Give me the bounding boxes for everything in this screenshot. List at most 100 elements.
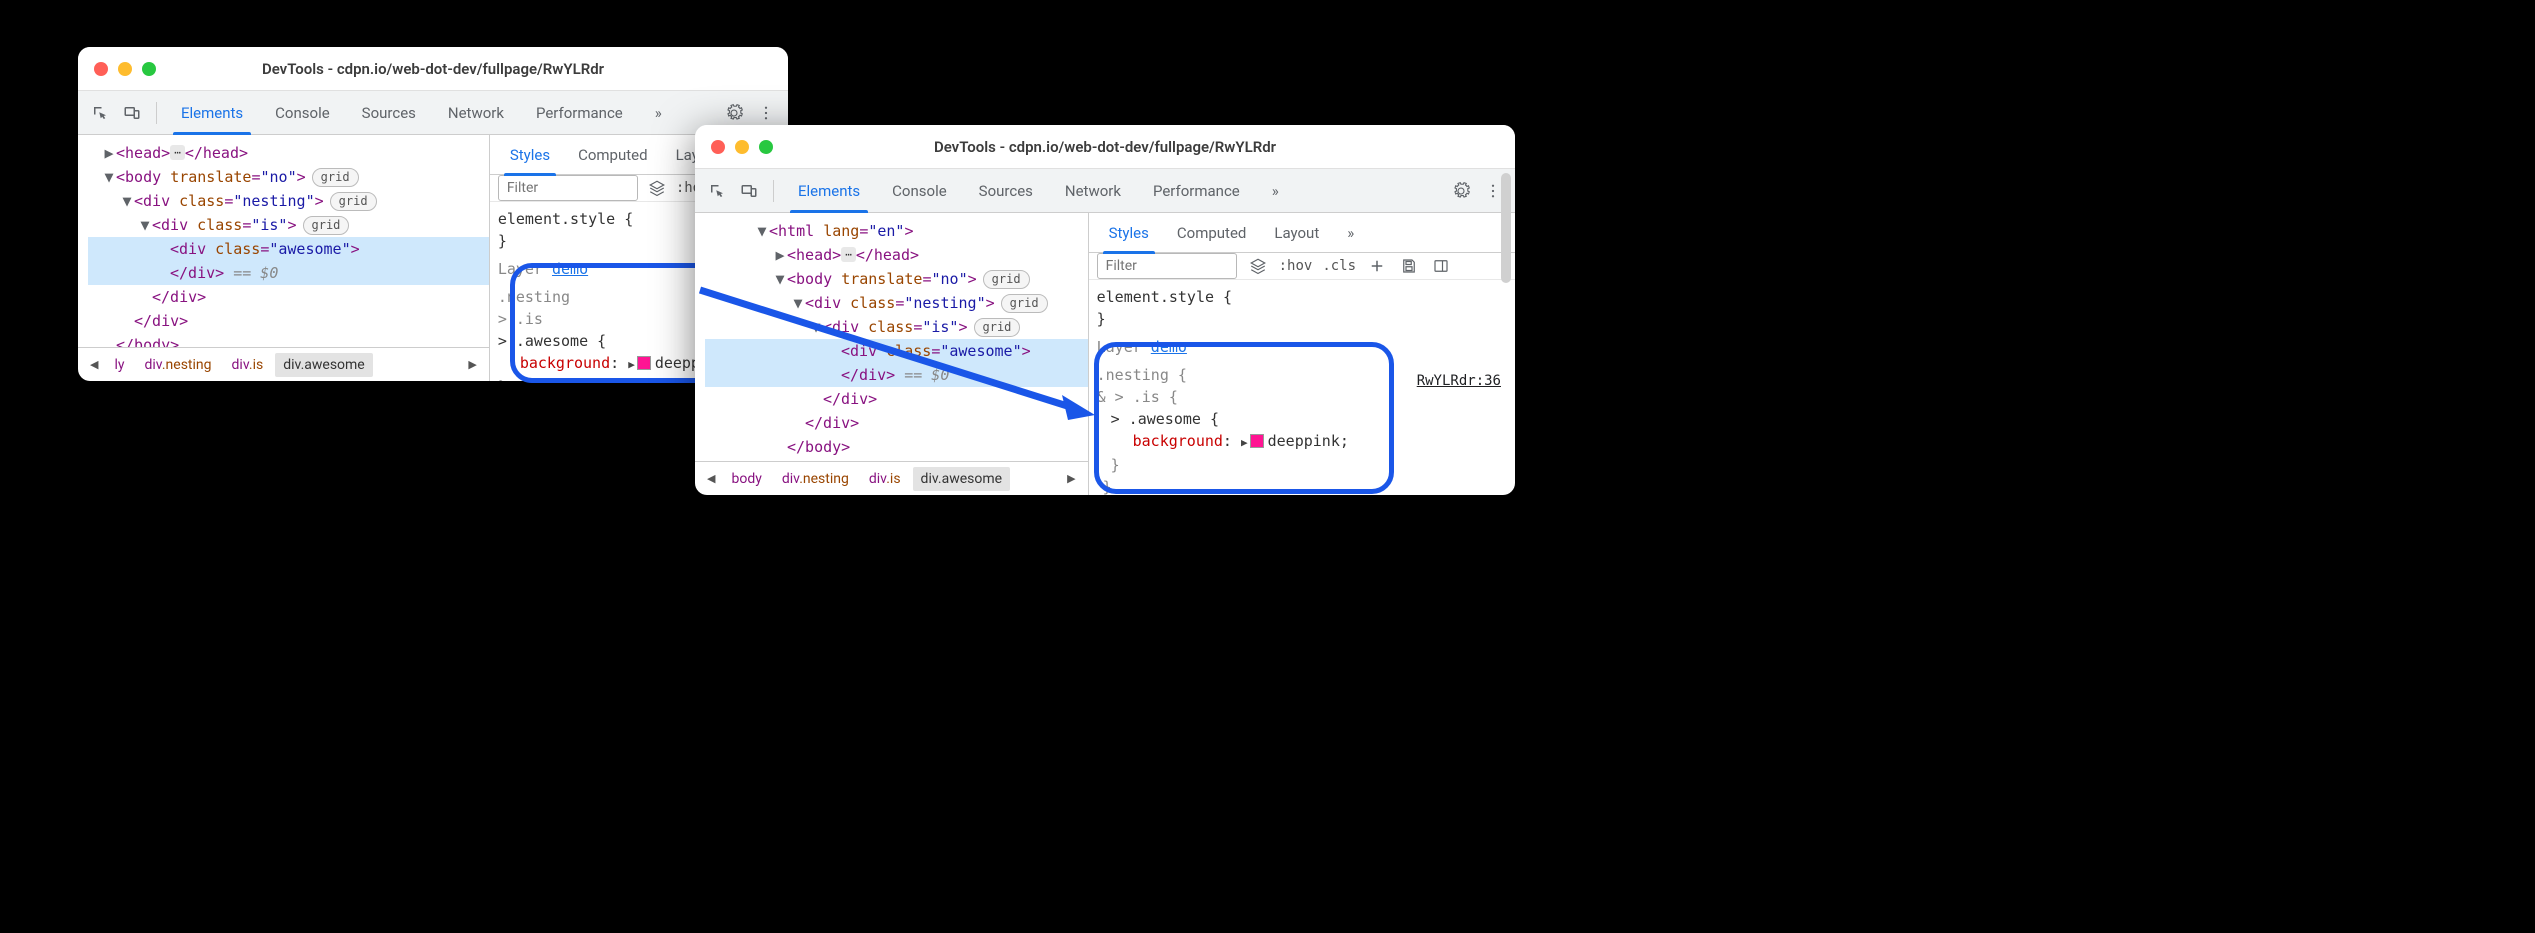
styles-tab[interactable]: Styles (498, 135, 562, 175)
dom-node-head[interactable]: ▶<head>⋯</head> (88, 141, 489, 165)
dom-node-nesting[interactable]: ▼<div class="nesting">grid (88, 189, 489, 213)
tab-network[interactable]: Network (434, 91, 518, 135)
minimize-window-icon[interactable] (735, 140, 749, 154)
grid-badge[interactable]: grid (330, 192, 377, 211)
layer-header[interactable]: Layer demo (1097, 336, 1507, 358)
panel-toggle-icon[interactable] (1430, 255, 1452, 277)
inspect-icon[interactable] (703, 177, 731, 205)
close-window-icon[interactable] (94, 62, 108, 76)
add-rule-icon[interactable] (1366, 255, 1388, 277)
dom-node-is-close[interactable]: </div> (705, 387, 1088, 411)
grid-badge[interactable]: grid (303, 216, 350, 235)
disclosure-down-icon[interactable]: ▼ (791, 291, 805, 315)
breadcrumb-next-icon[interactable]: ▶ (464, 354, 480, 375)
dom-node-body[interactable]: ▼<body translate="no">grid (705, 267, 1088, 291)
dom-node-body[interactable]: ▼<body translate="no">grid (88, 165, 489, 189)
breadcrumb-prev-icon[interactable]: ◀ (703, 468, 719, 489)
breadcrumb-prev-icon[interactable]: ◀ (86, 354, 102, 375)
dom-node-html-close[interactable]: </html> (705, 459, 1088, 461)
device-toggle-icon[interactable] (118, 99, 146, 127)
cls-button[interactable]: .cls (1322, 258, 1356, 274)
source-link[interactable]: RwYLRdr:36 (1417, 370, 1501, 392)
layer-link[interactable]: demo (552, 260, 588, 278)
tabs-overflow[interactable]: » (641, 91, 676, 135)
tab-sources[interactable]: Sources (965, 169, 1047, 213)
vertical-scrollbar[interactable] (1501, 169, 1511, 461)
settings-gear-icon[interactable] (720, 99, 748, 127)
dom-node-body-close[interactable]: </body> (88, 333, 489, 347)
filter-input[interactable] (1097, 253, 1237, 279)
dom-tree[interactable]: ▶<head>⋯</head> ▼<body translate="no">gr… (78, 135, 489, 347)
layers-icon[interactable] (1247, 255, 1269, 277)
kebab-menu-icon[interactable] (752, 99, 780, 127)
crumb-body[interactable]: ly (106, 353, 132, 377)
save-icon[interactable] (1398, 255, 1420, 277)
styles-body[interactable]: element.style { } Layer demo RwYLRdr:36 … (1089, 280, 1515, 495)
expand-value-icon[interactable]: ▶ (1241, 436, 1248, 449)
computed-tab[interactable]: Computed (566, 135, 660, 175)
disclosure-down-icon[interactable]: ▼ (120, 189, 134, 213)
dom-node-is-close[interactable]: </div> (88, 285, 489, 309)
crumb-body[interactable]: body (723, 467, 769, 491)
ellipsis-icon[interactable]: ⋯ (170, 145, 185, 160)
styles-tab[interactable]: Styles (1097, 213, 1161, 253)
layer-link[interactable]: demo (1151, 338, 1187, 356)
crumb-nesting[interactable]: div.nesting (137, 353, 220, 377)
hov-button[interactable]: :hov (1279, 258, 1313, 274)
crumb-is[interactable]: div.is (224, 353, 272, 377)
expand-value-icon[interactable]: ▶ (628, 358, 635, 371)
tabs-overflow[interactable]: » (1258, 169, 1293, 213)
dom-node-nesting-close[interactable]: </div> (88, 309, 489, 333)
close-window-icon[interactable] (711, 140, 725, 154)
tab-console[interactable]: Console (878, 169, 961, 213)
tab-elements[interactable]: Elements (784, 169, 874, 213)
element-style-rule[interactable]: element.style { } (1097, 286, 1507, 330)
dom-node-awesome-close[interactable]: </div> == $0 (88, 261, 489, 285)
disclosure-down-icon[interactable]: ▼ (755, 219, 769, 243)
disclosure-down-icon[interactable]: ▼ (138, 213, 152, 237)
grid-badge[interactable]: grid (974, 318, 1021, 337)
settings-gear-icon[interactable] (1447, 177, 1475, 205)
dom-node-body-close[interactable]: </body> (705, 435, 1088, 459)
inspect-icon[interactable] (86, 99, 114, 127)
color-swatch-icon[interactable] (1250, 434, 1264, 448)
dom-node-awesome-close[interactable]: </div> == $0 (705, 363, 1088, 387)
maximize-window-icon[interactable] (142, 62, 156, 76)
computed-tab[interactable]: Computed (1165, 213, 1259, 253)
dom-node-awesome[interactable]: <div class="awesome"> (705, 339, 1088, 363)
crumb-awesome[interactable]: div.awesome (913, 467, 1011, 491)
dom-node-head[interactable]: ▶<head>⋯</head> (705, 243, 1088, 267)
dom-tree[interactable]: ▼<html lang="en"> ▶<head>⋯</head> ▼<body… (695, 213, 1088, 461)
dom-node-is[interactable]: ▼<div class="is">grid (88, 213, 489, 237)
dom-node-html[interactable]: ▼<html lang="en"> (705, 219, 1088, 243)
grid-badge[interactable]: grid (1001, 294, 1048, 313)
crumb-is[interactable]: div.is (861, 467, 909, 491)
styles-tabs-overflow[interactable]: » (1335, 213, 1366, 253)
tab-performance[interactable]: Performance (522, 91, 637, 135)
dom-node-is[interactable]: ▼<div class="is">grid (705, 315, 1088, 339)
disclosure-down-icon[interactable]: ▼ (102, 165, 116, 189)
layers-icon[interactable] (648, 177, 666, 199)
maximize-window-icon[interactable] (759, 140, 773, 154)
grid-badge[interactable]: grid (983, 270, 1030, 289)
grid-badge[interactable]: grid (312, 168, 359, 187)
nesting-rule[interactable]: RwYLRdr:36 .nesting { & > .is { > .aweso… (1097, 364, 1507, 495)
tab-console[interactable]: Console (261, 91, 344, 135)
color-swatch-icon[interactable] (637, 356, 651, 370)
tab-performance[interactable]: Performance (1139, 169, 1254, 213)
disclosure-right-icon[interactable]: ▶ (102, 141, 116, 165)
dom-node-nesting[interactable]: ▼<div class="nesting">grid (705, 291, 1088, 315)
filter-input[interactable] (498, 175, 638, 201)
crumb-nesting[interactable]: div.nesting (774, 467, 857, 491)
disclosure-right-icon[interactable]: ▶ (773, 243, 787, 267)
breadcrumb-next-icon[interactable]: ▶ (1063, 468, 1079, 489)
minimize-window-icon[interactable] (118, 62, 132, 76)
tab-elements[interactable]: Elements (167, 91, 257, 135)
device-toggle-icon[interactable] (735, 177, 763, 205)
layout-tab[interactable]: Layout (1262, 213, 1331, 253)
tab-network[interactable]: Network (1051, 169, 1135, 213)
tab-sources[interactable]: Sources (348, 91, 430, 135)
disclosure-down-icon[interactable]: ▼ (773, 267, 787, 291)
crumb-awesome[interactable]: div.awesome (275, 353, 373, 377)
dom-node-nesting-close[interactable]: </div> (705, 411, 1088, 435)
